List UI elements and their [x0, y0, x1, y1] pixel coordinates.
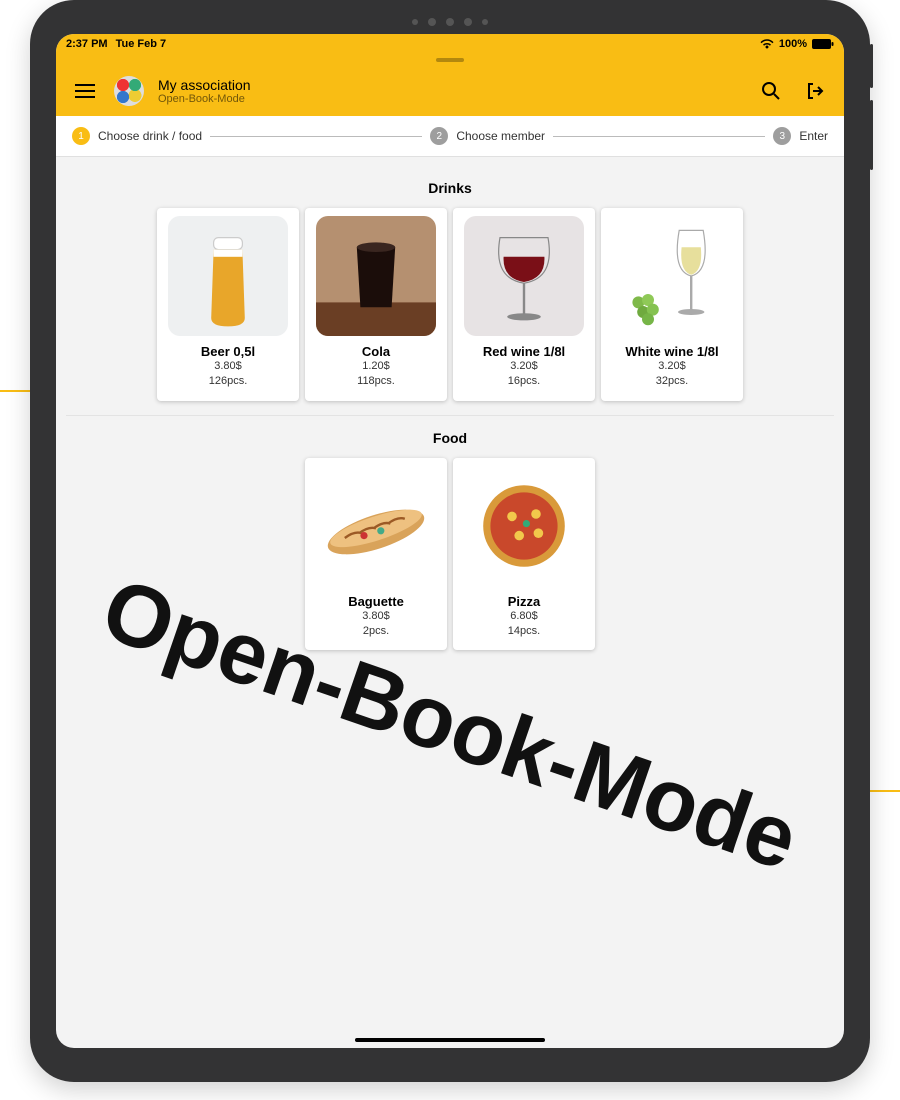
product-stock: 126pcs.: [163, 374, 293, 389]
stepper: 1 Choose drink / food 2 Choose member 3 …: [56, 116, 844, 156]
avatar[interactable]: [114, 76, 144, 106]
product-card-red-wine[interactable]: Red wine 1/8l 3.20$ 16pcs.: [453, 208, 595, 401]
product-stock: 16pcs.: [459, 374, 589, 389]
camera-cluster: [412, 18, 488, 26]
stepper-line: [553, 136, 765, 137]
cola-icon: [316, 216, 436, 336]
product-card-pizza[interactable]: Pizza 6.80$ 14pcs.: [453, 458, 595, 651]
status-time: 2:37 PM: [66, 38, 108, 50]
product-card-white-wine[interactable]: White wine 1/8l 3.20$ 32pcs.: [601, 208, 743, 401]
product-price: 3.80$: [311, 609, 441, 624]
step-3-badge: 3: [773, 127, 791, 145]
step-2-label: Choose member: [456, 129, 545, 143]
status-battery-pct: 100%: [779, 38, 807, 50]
step-2[interactable]: 2 Choose member: [430, 127, 545, 145]
drinks-heading: Drinks: [66, 180, 834, 196]
product-name: Baguette: [311, 594, 441, 609]
screen: 2:37 PM Tue Feb 7 100% My association: [56, 34, 844, 1048]
status-bar: 2:37 PM Tue Feb 7 100%: [56, 34, 844, 54]
section-divider: [66, 415, 834, 416]
beer-icon: [168, 216, 288, 336]
stepper-line: [210, 136, 422, 137]
content: Drinks Beer 0,5l 3.80$ 126pcs. Cola 1.20…: [56, 156, 844, 668]
product-stock: 32pcs.: [607, 374, 737, 389]
product-name: Red wine 1/8l: [459, 344, 589, 359]
title-block: My association Open-Book-Mode: [158, 77, 251, 105]
red-wine-icon: [464, 216, 584, 336]
app-title: My association: [158, 77, 251, 93]
product-name: Cola: [311, 344, 441, 359]
food-heading: Food: [66, 430, 834, 446]
wifi-icon: [760, 39, 774, 49]
pizza-icon: [464, 466, 584, 586]
product-stock: 2pcs.: [311, 624, 441, 639]
food-grid: Baguette 3.80$ 2pcs. Pizza 6.80$ 14pcs.: [66, 458, 834, 651]
step-1[interactable]: 1 Choose drink / food: [72, 127, 202, 145]
home-indicator[interactable]: [355, 1038, 545, 1042]
product-price: 3.80$: [163, 359, 293, 374]
step-2-badge: 2: [430, 127, 448, 145]
baguette-icon: [316, 466, 436, 586]
tablet-frame: 2:37 PM Tue Feb 7 100% My association: [30, 0, 870, 1082]
drinks-grid: Beer 0,5l 3.80$ 126pcs. Cola 1.20$ 118pc…: [66, 208, 834, 401]
step-3-label: Enter: [799, 129, 828, 143]
step-1-badge: 1: [72, 127, 90, 145]
product-price: 6.80$: [459, 609, 589, 624]
white-wine-icon: [612, 216, 732, 336]
product-card-cola[interactable]: Cola 1.20$ 118pcs.: [305, 208, 447, 401]
step-1-label: Choose drink / food: [98, 129, 202, 143]
product-stock: 118pcs.: [311, 374, 441, 389]
product-price: 3.20$: [607, 359, 737, 374]
multitask-grabber[interactable]: [56, 54, 844, 66]
status-date: Tue Feb 7: [116, 38, 167, 50]
logout-button[interactable]: [800, 76, 830, 106]
battery-icon: [812, 39, 834, 49]
search-button[interactable]: [756, 76, 786, 106]
product-card-baguette[interactable]: Baguette 3.80$ 2pcs.: [305, 458, 447, 651]
menu-button[interactable]: [70, 76, 100, 106]
product-price: 3.20$: [459, 359, 589, 374]
product-name: Beer 0,5l: [163, 344, 293, 359]
product-stock: 14pcs.: [459, 624, 589, 639]
app-subtitle: Open-Book-Mode: [158, 93, 251, 105]
step-3[interactable]: 3 Enter: [773, 127, 828, 145]
product-name: Pizza: [459, 594, 589, 609]
product-name: White wine 1/8l: [607, 344, 737, 359]
app-bar: My association Open-Book-Mode: [56, 66, 844, 116]
product-card-beer[interactable]: Beer 0,5l 3.80$ 126pcs.: [157, 208, 299, 401]
product-price: 1.20$: [311, 359, 441, 374]
